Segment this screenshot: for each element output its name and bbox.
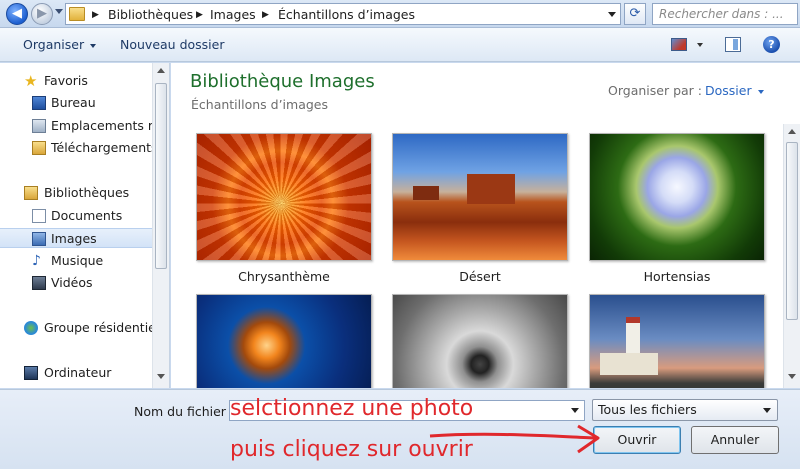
nav-scrollbar[interactable] <box>152 63 169 388</box>
arrange-by-value: Dossier <box>705 83 752 98</box>
documents-icon <box>32 209 46 223</box>
scrollbar-thumb[interactable] <box>155 83 167 269</box>
libraries-icon <box>24 186 38 200</box>
nav-item-documents[interactable]: Documents <box>0 206 152 226</box>
star-icon: ★ <box>24 72 38 90</box>
forward-button[interactable]: ▶ <box>31 3 53 25</box>
refresh-button[interactable]: ⟳ <box>624 3 646 25</box>
nav-item-computer[interactable]: Ordinateur <box>0 363 152 383</box>
homegroup-icon <box>24 321 38 335</box>
search-placeholder: Rechercher dans : ... <box>659 7 784 21</box>
chevron-down-icon <box>757 89 764 94</box>
organize-button[interactable]: Organiser <box>23 37 97 52</box>
nav-item-music[interactable]: ♪ Musique <box>0 251 152 271</box>
cancel-button[interactable]: Annuler <box>691 426 779 454</box>
address-bar: ◀ ▶ ▶ Bibliothèques ▶ Images ▶ Échantill… <box>0 0 800 28</box>
nav-item-label: Téléchargements <box>51 140 152 155</box>
computer-icon <box>24 366 38 380</box>
file-name: Désert <box>459 269 501 284</box>
image-thumbnail <box>196 294 372 388</box>
nav-item-label: Emplacements réc <box>51 118 152 133</box>
nav-item-videos[interactable]: Vidéos <box>0 273 152 293</box>
navigation-pane: ★ Favoris Bureau Emplacements réc Téléch… <box>0 63 170 388</box>
search-input[interactable]: Rechercher dans : ... <box>652 3 798 25</box>
file-list: Bibliothèque Images Échantillons d’image… <box>171 63 800 388</box>
nav-item-label: Groupe résidentiel <box>44 320 152 335</box>
view-options-dropdown[interactable] <box>697 43 703 47</box>
recent-places-icon <box>32 119 46 133</box>
image-thumbnail <box>589 294 765 388</box>
folder-icon <box>69 7 85 21</box>
arrow-right-icon: ▶ <box>37 6 47 21</box>
nav-item-label: Documents <box>51 208 123 223</box>
breadcrumb-item-images[interactable]: Images <box>210 7 256 23</box>
change-view-icon[interactable] <box>671 38 687 51</box>
breadcrumb-item-libraries[interactable]: Bibliothèques <box>108 7 193 23</box>
videos-icon <box>32 276 46 290</box>
refresh-icon: ⟳ <box>629 6 641 21</box>
back-button[interactable]: ◀ <box>6 3 28 25</box>
scroll-up-icon[interactable] <box>788 129 796 134</box>
nav-item-label: Musique <box>51 253 104 268</box>
chevron-down-icon <box>763 408 771 413</box>
new-folder-label: Nouveau dossier <box>120 37 225 52</box>
nav-item-label: Ordinateur <box>44 365 112 380</box>
pictures-icon <box>32 232 46 246</box>
organize-label: Organiser <box>23 37 85 52</box>
image-thumbnail <box>589 133 765 261</box>
chevron-down-icon <box>90 43 97 48</box>
file-name: Hortensias <box>643 269 711 284</box>
downloads-icon <box>32 141 46 155</box>
breadcrumb-separator-icon[interactable]: ▶ <box>196 7 203 23</box>
nav-item-desktop[interactable]: Bureau <box>0 93 152 113</box>
content-scrollbar[interactable] <box>783 124 800 388</box>
nav-item-libraries[interactable]: Bibliothèques <box>0 183 152 203</box>
filename-dropdown-icon[interactable] <box>571 408 579 413</box>
nav-item-label: Favoris <box>44 73 88 88</box>
breadcrumb[interactable]: ▶ Bibliothèques ▶ Images ▶ Échantillons … <box>65 3 621 25</box>
scroll-down-icon[interactable] <box>788 374 796 379</box>
nav-item-label: Images <box>51 231 97 246</box>
file-name: Chrysanthème <box>238 269 330 284</box>
nav-item-favorites[interactable]: ★ Favoris <box>0 71 152 91</box>
desktop-icon <box>32 96 46 110</box>
nav-item-recent-places[interactable]: Emplacements réc <box>0 116 152 136</box>
library-subtitle: Échantillons d’images <box>191 97 329 112</box>
music-icon: ♪ <box>32 253 41 269</box>
filename-label: Nom du fichier : <box>134 404 235 419</box>
annotation-text-line1: selctionnez une photo <box>230 396 474 421</box>
library-title: Bibliothèque Images <box>190 71 375 92</box>
breadcrumb-separator-icon[interactable]: ▶ <box>92 7 99 23</box>
new-folder-button[interactable]: Nouveau dossier <box>120 37 224 52</box>
image-thumbnail <box>392 133 568 261</box>
nav-item-downloads[interactable]: Téléchargements <box>0 138 152 158</box>
image-thumbnail <box>392 294 568 388</box>
help-icon[interactable]: ? <box>763 36 780 53</box>
arrange-by-dropdown[interactable]: Dossier <box>705 83 764 98</box>
scroll-down-icon[interactable] <box>157 374 165 379</box>
arrow-left-icon: ◀ <box>12 6 22 21</box>
file-type-value: Tous les fichiers <box>598 402 697 417</box>
nav-item-label: Bibliothèques <box>44 185 130 200</box>
file-type-select[interactable]: Tous les fichiers <box>592 399 778 421</box>
command-bar: Organiser Nouveau dossier ? <box>0 28 800 62</box>
address-dropdown-icon[interactable] <box>608 12 616 17</box>
help-label: ? <box>768 38 775 51</box>
nav-item-label: Bureau <box>51 95 96 110</box>
scrollbar-thumb[interactable] <box>786 142 798 320</box>
scroll-up-icon[interactable] <box>157 68 165 73</box>
nav-item-pictures[interactable]: Images <box>0 228 152 248</box>
breadcrumb-item-samples[interactable]: Échantillons d’images <box>278 7 415 23</box>
breadcrumb-separator-icon[interactable]: ▶ <box>262 7 269 23</box>
arrange-by-label: Organiser par : <box>608 83 702 98</box>
image-thumbnail <box>196 133 372 261</box>
nav-item-label: Vidéos <box>51 275 93 290</box>
preview-pane-icon[interactable] <box>725 37 741 52</box>
annotation-arrow-icon <box>429 424 600 454</box>
nav-item-homegroup[interactable]: Groupe résidentiel <box>0 318 152 338</box>
recent-pages-dropdown[interactable] <box>55 9 63 14</box>
